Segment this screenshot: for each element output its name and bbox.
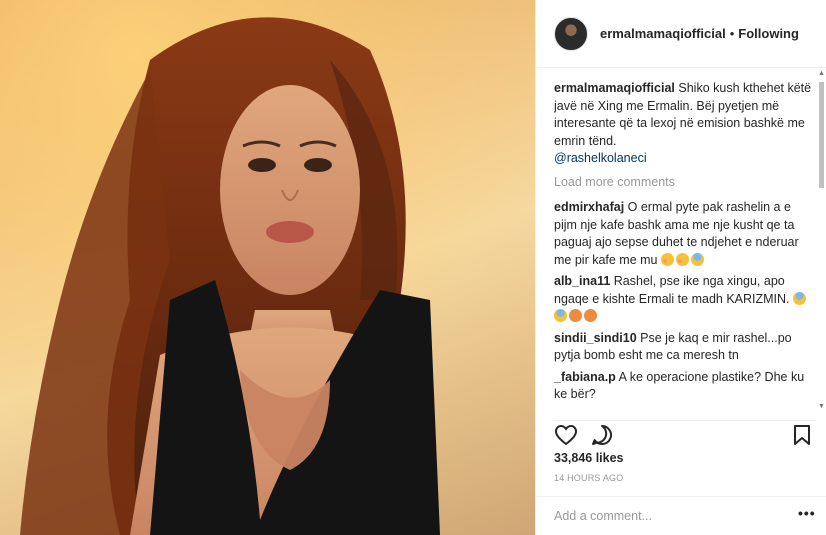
emoji-icon [793, 291, 806, 305]
post-photo[interactable] [0, 0, 535, 535]
action-bar [554, 423, 816, 447]
emoji-icon [554, 309, 567, 322]
emoji-icon [661, 252, 674, 266]
emoji-icon [691, 252, 704, 266]
comment-item: edmirxhafaj O ermal pyte pak rashelin a … [554, 199, 816, 269]
caption-mention[interactable]: @rashelkolaneci [554, 151, 647, 165]
comment-item: _fabiana.p A ke operacione plastike? Dhe… [554, 369, 816, 404]
heart-icon[interactable] [554, 423, 578, 452]
avatar[interactable] [554, 16, 588, 51]
comments-scrollbar[interactable]: ▲ ▼ [817, 70, 826, 410]
header-text: ermalmamaqiofficial • Following [600, 26, 799, 41]
post-time[interactable]: 14 HOURS AGO [554, 473, 623, 483]
post-header: ermalmamaqiofficial • Following [536, 0, 826, 68]
load-more-comments[interactable]: Load more comments [554, 174, 816, 192]
comments-list[interactable]: ermalmamaqiofficial Shiko kush kthehet k… [554, 80, 816, 408]
scroll-up-icon[interactable]: ▲ [818, 70, 825, 77]
following-button[interactable]: Following [738, 26, 799, 41]
more-options-icon[interactable]: ••• [798, 505, 816, 521]
emoji-icon [584, 309, 597, 322]
scroll-thumb[interactable] [819, 82, 824, 188]
caption: ermalmamaqiofficial Shiko kush kthehet k… [554, 80, 816, 168]
post-panel: ermalmamaqiofficial • Following ermalmamaq… [535, 0, 826, 535]
likes-count[interactable]: 33,846 likes [554, 451, 624, 465]
caption-username[interactable]: ermalmamaqiofficial [554, 81, 675, 95]
speech-bubble-icon[interactable] [590, 423, 614, 452]
emoji-icon [569, 309, 582, 322]
comment-username[interactable]: alb_ina11 [554, 274, 610, 288]
header-username[interactable]: ermalmamaqiofficial [600, 26, 726, 41]
comment-item: alb_ina11 Rashel, pse ike nga xingu, apo… [554, 273, 816, 326]
action-row [554, 420, 816, 447]
emoji-icon [676, 252, 689, 266]
add-comment-input[interactable] [554, 506, 794, 526]
post-photo-illustration [0, 0, 535, 535]
comment-entries: edmirxhafaj O ermal pyte pak rashelin a … [554, 199, 816, 408]
bookmark-icon[interactable] [790, 423, 814, 452]
comment-username[interactable]: edmirxhafaj [554, 200, 624, 214]
add-comment-bar: ••• [536, 496, 826, 535]
comment-item: danna_1992 O ermal pyete pak rashelin se [554, 408, 816, 409]
comment-item: sindii_sindi10 Pse je kaq e mir rashel..… [554, 330, 816, 365]
comment-username[interactable]: sindii_sindi10 [554, 331, 637, 345]
header-separator: • [729, 26, 735, 41]
scroll-down-icon[interactable]: ▼ [818, 403, 825, 410]
comment-username[interactable]: _fabiana.p [554, 370, 616, 384]
